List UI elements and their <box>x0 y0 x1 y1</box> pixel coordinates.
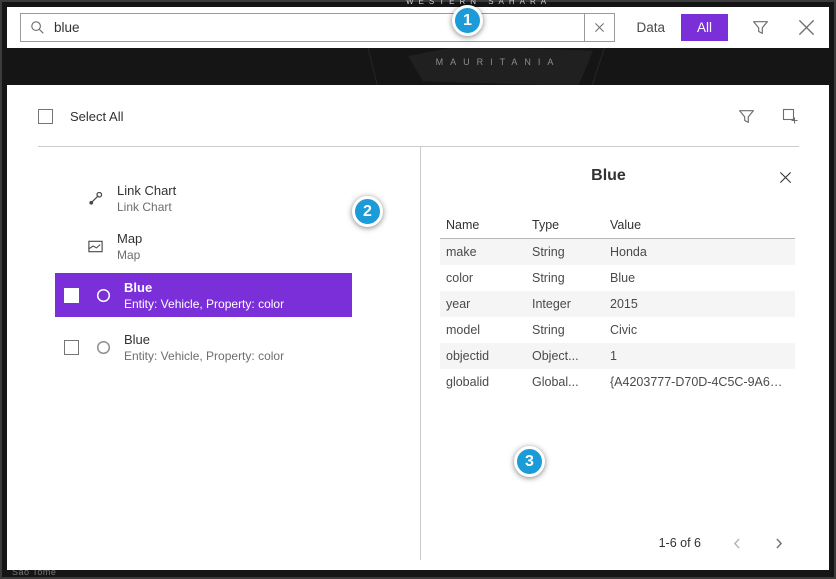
annotation-badge-2: 2 <box>352 196 383 227</box>
result-checkbox[interactable] <box>64 288 79 303</box>
properties-table: Name Type Value make String Honda color … <box>440 211 795 395</box>
result-item-blue-selected[interactable]: Blue Entity: Vehicle, Property: color <box>55 273 352 317</box>
cell-value: {A4203777-D70D-4C5C-9A65-C... <box>604 375 795 389</box>
detail-title: Blue <box>420 167 797 185</box>
results-filter-button[interactable] <box>738 108 755 125</box>
pagination: 1-6 of 6 <box>659 536 785 550</box>
filter-icon <box>738 108 755 125</box>
result-subtitle: Link Chart <box>117 200 176 214</box>
select-all-checkbox[interactable] <box>38 109 53 124</box>
search-icon <box>30 20 45 35</box>
result-subtitle: Entity: Vehicle, Property: color <box>124 349 284 363</box>
result-subtitle: Entity: Vehicle, Property: color <box>124 297 284 311</box>
search-scope-controls: Data All <box>626 14 816 41</box>
cell-value: Honda <box>604 245 795 259</box>
column-header-value: Value <box>604 218 795 232</box>
search-bar: Data All <box>7 7 829 48</box>
cell-name: globalid <box>440 375 526 389</box>
chevron-left-icon <box>731 537 744 550</box>
results-header: Select All <box>38 105 799 127</box>
table-row: objectid Object... 1 <box>440 343 795 369</box>
result-checkbox[interactable] <box>64 340 79 355</box>
cell-type: String <box>526 323 604 337</box>
result-item-blue[interactable]: Blue Entity: Vehicle, Property: color <box>55 325 352 369</box>
search-input-box[interactable] <box>20 13 585 42</box>
cell-name: year <box>440 297 526 311</box>
result-title: Link Chart <box>117 183 176 198</box>
entity-circle-icon <box>96 340 111 355</box>
search-input[interactable] <box>54 20 575 35</box>
map-border-line <box>367 45 379 88</box>
cell-type: String <box>526 271 604 285</box>
cell-value: Blue <box>604 271 795 285</box>
add-results-icon <box>781 107 799 125</box>
scope-all-button[interactable]: All <box>681 14 728 41</box>
column-header-type: Type <box>526 218 604 232</box>
clear-icon <box>594 22 605 33</box>
column-header-name: Name <box>440 218 526 232</box>
cell-type: String <box>526 245 604 259</box>
chevron-right-icon <box>772 537 785 550</box>
clear-search-button[interactable] <box>584 13 615 42</box>
header-divider <box>38 146 799 147</box>
next-page-button[interactable] <box>772 537 785 550</box>
cell-value: 1 <box>604 349 795 363</box>
scope-data-button[interactable]: Data <box>626 15 675 40</box>
result-item-link-chart[interactable]: Link Chart Link Chart <box>55 177 352 219</box>
table-header-row: Name Type Value <box>440 211 795 239</box>
result-subtitle: Map <box>117 248 142 262</box>
cell-name: objectid <box>440 349 526 363</box>
filter-icon <box>752 19 769 36</box>
table-row: color String Blue <box>440 265 795 291</box>
cell-name: color <box>440 271 526 285</box>
select-all-label: Select All <box>70 109 123 124</box>
table-row: make String Honda <box>440 239 795 265</box>
map-icon <box>87 238 104 255</box>
pagination-label: 1-6 of 6 <box>659 536 701 550</box>
previous-page-button[interactable] <box>731 537 744 550</box>
map-label-top: WESTERN SAHARA <box>406 0 551 6</box>
result-title: Blue <box>124 280 284 295</box>
cell-name: make <box>440 245 526 259</box>
close-icon <box>797 18 816 37</box>
cell-value: 2015 <box>604 297 795 311</box>
map-label-mauritania: MAURITANIA <box>398 57 598 67</box>
cell-type: Integer <box>526 297 604 311</box>
table-row: model String Civic <box>440 317 795 343</box>
link-chart-icon <box>87 190 104 207</box>
table-row: year Integer 2015 <box>440 291 795 317</box>
search-results-panel: Select All <box>7 85 829 570</box>
result-item-map[interactable]: Map Map <box>55 225 352 267</box>
cell-name: model <box>440 323 526 337</box>
cell-type: Object... <box>526 349 604 363</box>
result-title: Blue <box>124 332 284 347</box>
entity-circle-icon <box>96 288 111 303</box>
annotation-badge-3: 3 <box>514 446 545 477</box>
result-title: Map <box>117 231 142 246</box>
app-window: WESTERN SAHARA MAURITANIA São Tomé Data … <box>0 0 836 579</box>
close-search-button[interactable] <box>797 18 816 37</box>
table-row: globalid Global... {A4203777-D70D-4C5C-9… <box>440 369 795 395</box>
cell-type: Global... <box>526 375 604 389</box>
results-header-actions <box>738 107 799 125</box>
add-results-button[interactable] <box>781 107 799 125</box>
annotation-badge-1: 1 <box>452 5 483 36</box>
close-detail-button[interactable] <box>778 170 793 185</box>
close-icon <box>778 170 793 185</box>
cell-value: Civic <box>604 323 795 337</box>
search-filter-button[interactable] <box>752 19 769 36</box>
list-detail-divider <box>420 147 421 560</box>
